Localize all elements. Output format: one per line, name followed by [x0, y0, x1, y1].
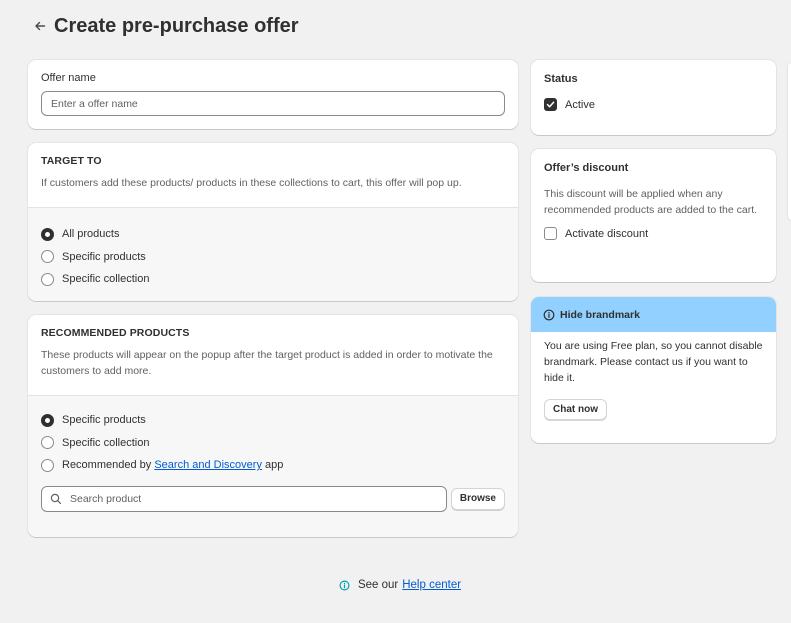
target-heading: TARGET TO: [41, 155, 102, 167]
arrow-left-icon: [35, 21, 46, 31]
target-option-specific-products[interactable]: Specific products: [41, 246, 505, 269]
target-options: All products Specific products Specific …: [28, 207, 518, 301]
radio-button[interactable]: [41, 458, 54, 472]
target-description: If customers add these products/ product…: [41, 177, 462, 189]
recommended-heading: RECOMMENDED PRODUCTS: [41, 327, 190, 339]
brandmark-body: You are using Free plan, so you cannot d…: [544, 340, 763, 384]
page-title: Create pre-purchase offer: [54, 14, 299, 37]
product-search-row: Browse: [41, 485, 505, 512]
offer-name-input[interactable]: [41, 91, 505, 116]
radio-button[interactable]: [41, 436, 54, 450]
radio-button[interactable]: [41, 272, 54, 286]
back-button[interactable]: [30, 13, 50, 39]
active-label: Active: [565, 98, 595, 111]
active-checkbox-row[interactable]: Active: [544, 98, 763, 111]
target-card: TARGET TO If customers add these product…: [28, 143, 518, 301]
discount-description: This discount will be applied when any r…: [544, 188, 758, 216]
radio-button[interactable]: [41, 227, 54, 241]
recommended-options: Specific products Specific collection Re…: [28, 395, 518, 537]
option-suffix: app: [265, 459, 284, 472]
radio-label: All products: [62, 228, 120, 241]
radio-button[interactable]: [41, 250, 54, 264]
discount-card: Offer’s discount This discount will be a…: [531, 149, 776, 282]
radio-button[interactable]: [41, 413, 54, 427]
product-search-input[interactable]: [70, 492, 438, 505]
search-icon: [50, 493, 62, 504]
radio-label: Recommended by Search and Discovery app: [62, 459, 283, 471]
recommended-card: RECOMMENDED PRODUCTS These products will…: [28, 315, 518, 537]
recommended-description: These products will appear on the popup …: [41, 349, 493, 377]
radio-label: Specific collection: [62, 273, 150, 286]
recommended-option-search-discovery[interactable]: Recommended by Search and Discovery app: [41, 454, 505, 477]
browse-button[interactable]: Browse: [450, 487, 505, 510]
activate-discount-checkbox[interactable]: [544, 227, 557, 240]
page-header: Create pre-purchase offer: [30, 13, 299, 39]
radio-label: Specific products: [62, 250, 146, 263]
target-option-specific-collection[interactable]: Specific collection: [41, 268, 505, 291]
recommended-option-specific-collection[interactable]: Specific collection: [41, 432, 505, 455]
offer-name-label: Offer name: [41, 72, 96, 84]
radio-label: Specific collection: [62, 436, 150, 449]
footer-help: See our Help center: [0, 579, 791, 591]
offer-name-card: Offer name: [28, 60, 518, 129]
activate-discount-label: Activate discount: [565, 227, 649, 240]
help-center-link[interactable]: Help center: [402, 579, 461, 591]
chat-now-button[interactable]: Chat now: [544, 399, 607, 420]
brandmark-banner-header: Hide brandmark: [531, 297, 776, 332]
activate-discount-row[interactable]: Activate discount: [544, 227, 763, 240]
radio-label: Specific products: [62, 414, 146, 427]
info-icon: [339, 580, 350, 590]
status-heading: Status: [544, 73, 578, 85]
recommended-option-specific-products[interactable]: Specific products: [41, 409, 505, 432]
checkmark-icon: [546, 101, 555, 108]
discount-heading: Offer’s discount: [544, 162, 629, 174]
target-option-all-products[interactable]: All products: [41, 223, 505, 246]
product-search-box[interactable]: [41, 485, 447, 512]
brandmark-card: Hide brandmark You are using Free plan, …: [531, 297, 776, 443]
status-card: Status Active: [531, 60, 776, 135]
footer-prefix: See our: [357, 579, 399, 591]
option-prefix: Recommended by: [62, 459, 152, 472]
active-checkbox[interactable]: [544, 98, 557, 111]
brandmark-heading: Hide brandmark: [560, 308, 640, 321]
info-icon: [543, 309, 555, 320]
search-discovery-link[interactable]: Search and Discovery: [154, 459, 262, 471]
